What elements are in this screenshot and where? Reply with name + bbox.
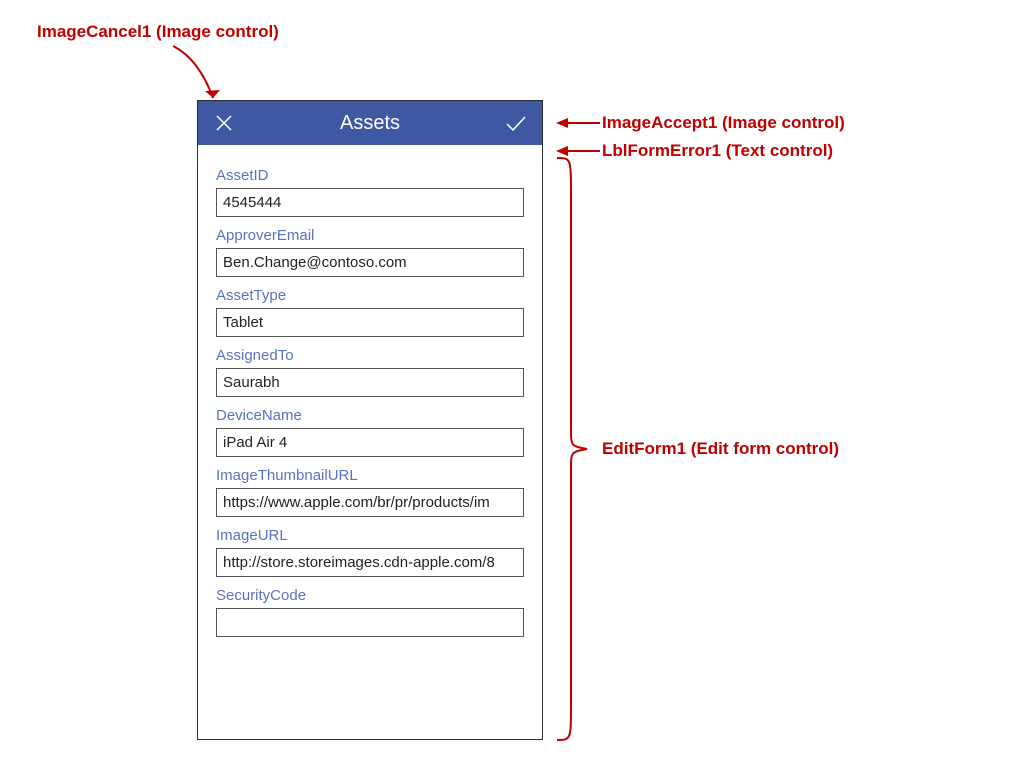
field-assetid: AssetID bbox=[216, 167, 524, 217]
field-label: ApproverEmail bbox=[216, 227, 524, 244]
approveremail-input[interactable] bbox=[216, 248, 524, 277]
assettype-input[interactable] bbox=[216, 308, 524, 337]
page-title: Assets bbox=[340, 112, 400, 135]
field-label: AssignedTo bbox=[216, 347, 524, 364]
phone-mockup: Assets AssetID ApproverEmail AssetType A… bbox=[197, 100, 543, 740]
annotation-bracket-form bbox=[553, 156, 593, 742]
field-imageurl: ImageURL bbox=[216, 527, 524, 577]
annotation-error-label: LblFormError1 (Text control) bbox=[602, 141, 833, 161]
imageurl-input[interactable] bbox=[216, 548, 524, 577]
assignedto-input[interactable] bbox=[216, 368, 524, 397]
phone-header: Assets bbox=[198, 101, 542, 145]
assetid-input[interactable] bbox=[216, 188, 524, 217]
field-securitycode: SecurityCode bbox=[216, 587, 524, 637]
devicename-input[interactable] bbox=[216, 428, 524, 457]
edit-form: AssetID ApproverEmail AssetType Assigned… bbox=[198, 151, 542, 637]
annotation-arrow-cancel bbox=[165, 46, 235, 108]
annotation-arrow-accept bbox=[556, 115, 602, 131]
field-label: DeviceName bbox=[216, 407, 524, 424]
field-devicename: DeviceName bbox=[216, 407, 524, 457]
field-label: AssetType bbox=[216, 287, 524, 304]
annotation-accept-label: ImageAccept1 (Image control) bbox=[602, 113, 845, 133]
field-assettype: AssetType bbox=[216, 287, 524, 337]
field-label: SecurityCode bbox=[216, 587, 524, 604]
field-label: AssetID bbox=[216, 167, 524, 184]
annotation-form-label: EditForm1 (Edit form control) bbox=[602, 439, 839, 459]
cancel-icon[interactable] bbox=[202, 101, 246, 145]
field-label: ImageThumbnailURL bbox=[216, 467, 524, 484]
accept-icon[interactable] bbox=[494, 101, 538, 145]
field-approveremail: ApproverEmail bbox=[216, 227, 524, 277]
securitycode-input[interactable] bbox=[216, 608, 524, 637]
imagethumbnailurl-input[interactable] bbox=[216, 488, 524, 517]
field-label: ImageURL bbox=[216, 527, 524, 544]
annotation-cancel-label: ImageCancel1 (Image control) bbox=[37, 22, 279, 42]
field-assignedto: AssignedTo bbox=[216, 347, 524, 397]
field-imagethumbnailurl: ImageThumbnailURL bbox=[216, 467, 524, 517]
